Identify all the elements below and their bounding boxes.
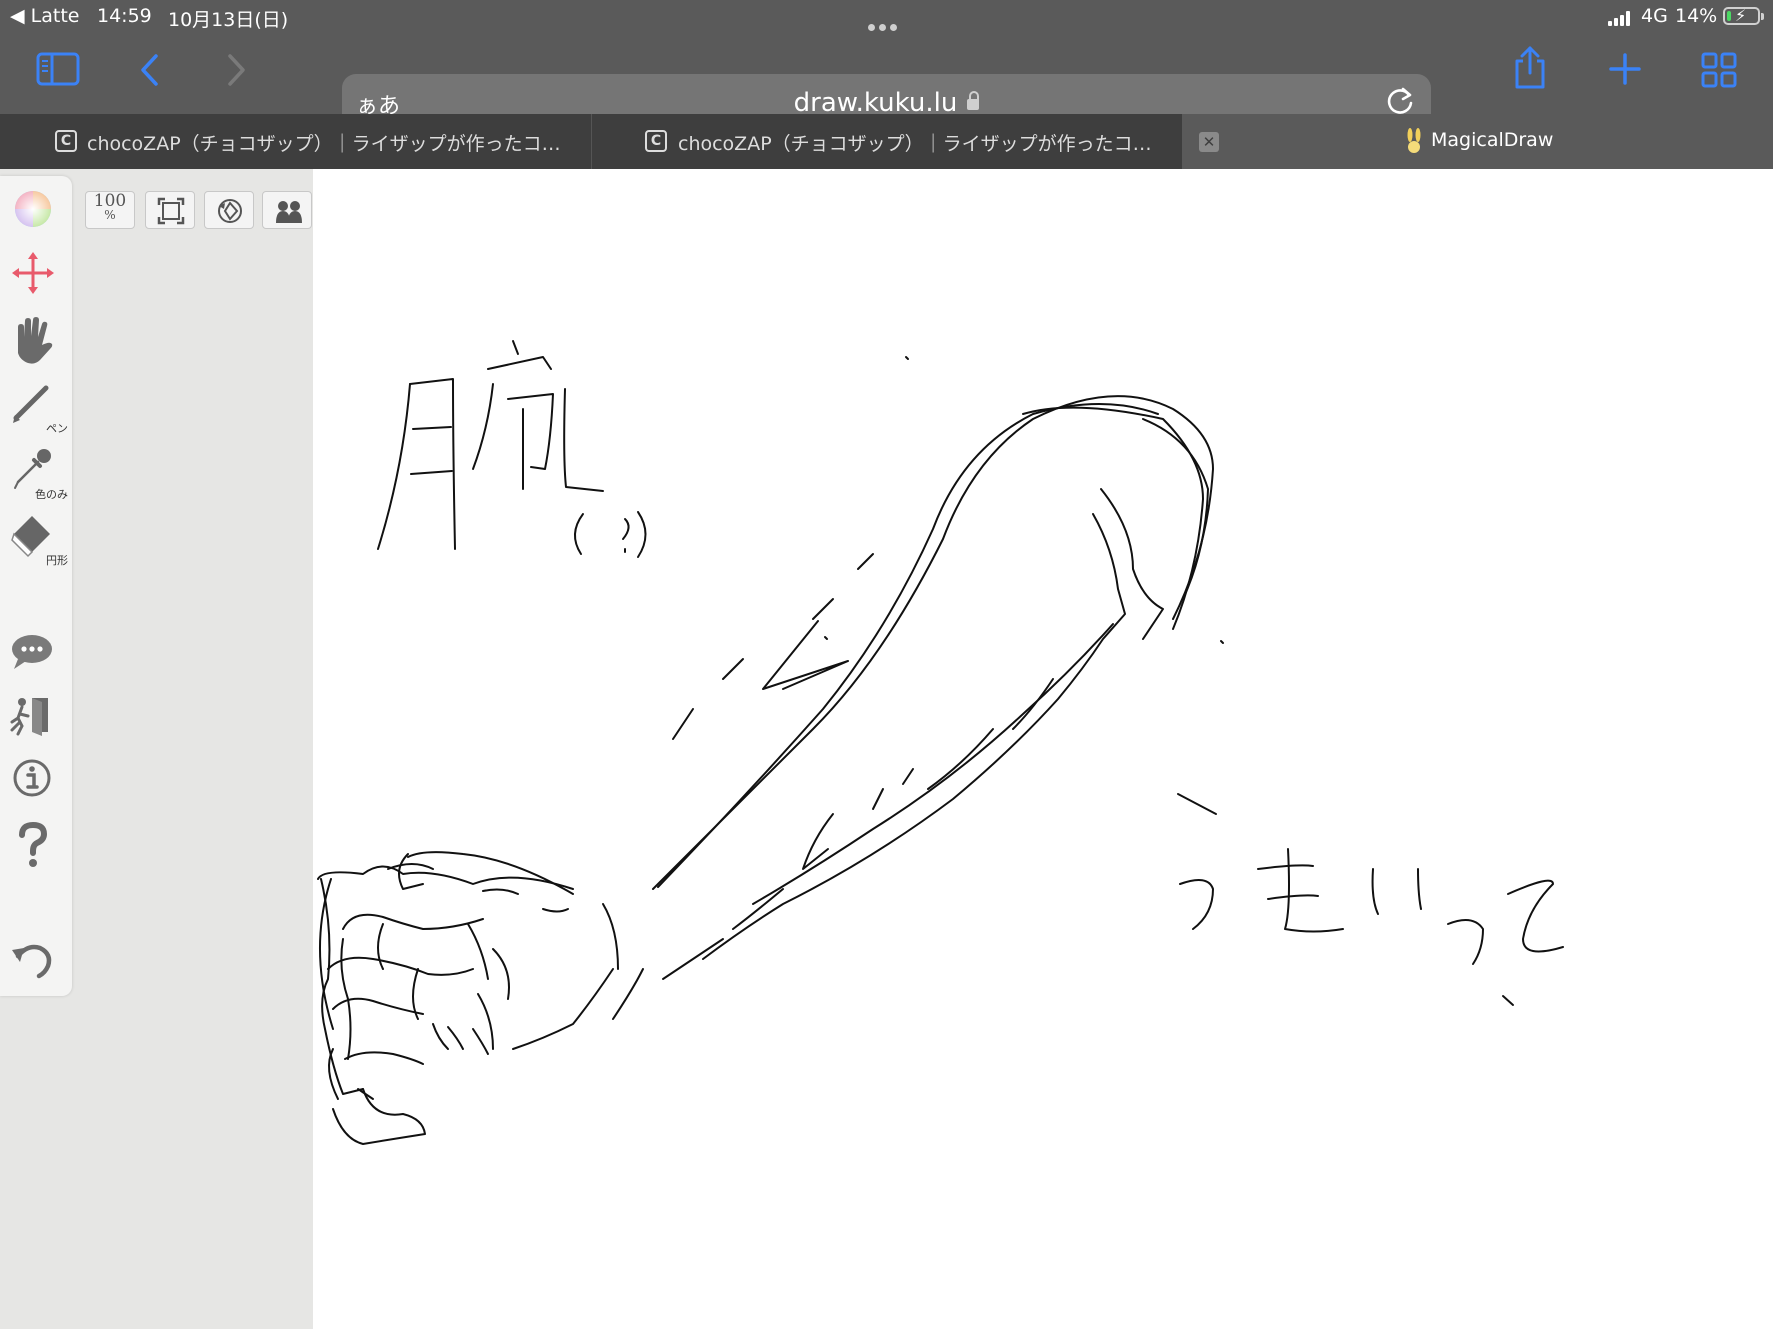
browser-toolbar: ぁあ draw.kuku.lu	[0, 34, 1773, 132]
back-to-app-link[interactable]: ◀ Latte	[10, 5, 79, 27]
color-wheel-icon	[15, 191, 51, 227]
sidebar-toggle-icon[interactable]	[36, 52, 80, 86]
back-chevron-icon[interactable]	[138, 52, 162, 88]
circle-label: 円形	[46, 554, 68, 567]
drawing-canvas[interactable]	[313, 169, 1773, 1329]
tab-favicon: C	[645, 130, 667, 152]
sketched-fist	[317, 851, 644, 1145]
hand-icon	[18, 317, 53, 364]
undo-arrow-icon	[12, 944, 52, 979]
stray-mark	[905, 356, 909, 360]
tab-chocozap-1[interactable]: C chocoZAP（チョコザップ）｜ライザップが作ったコ…	[0, 114, 591, 169]
tab-title: chocoZAP（チョコザップ）｜ライザップが作ったコ…	[87, 133, 561, 155]
new-tab-plus-icon[interactable]	[1608, 52, 1642, 86]
cellular-signal-icon	[1608, 10, 1634, 26]
forward-chevron-icon[interactable]	[224, 52, 248, 88]
handwritten-text-umaitte	[1177, 793, 1564, 1006]
rotate-canvas-icon	[218, 199, 242, 223]
color-only-tool-button[interactable]: 色のみ	[8, 446, 68, 502]
lock-icon	[967, 91, 980, 110]
stray-mark	[824, 636, 828, 640]
color-only-label: 色のみ	[35, 488, 68, 501]
close-tab-button[interactable]: ✕	[1199, 132, 1219, 152]
info-button[interactable]	[8, 754, 64, 810]
tab-favicon: C	[55, 130, 77, 152]
members-button[interactable]	[262, 191, 312, 229]
tab-overview-icon[interactable]	[1701, 52, 1737, 88]
zoom-level-button[interactable]: 100%	[85, 191, 135, 229]
status-time: 14:59	[97, 5, 152, 27]
move-arrows-icon	[12, 252, 54, 294]
tab-title: chocoZAP（チョコザップ）｜ライザップが作ったコ…	[678, 133, 1152, 155]
tool-sidebar: ペン 色のみ 円形	[0, 176, 72, 996]
exit-door-icon	[10, 698, 48, 736]
pen-tool-button[interactable]: ペン	[8, 380, 68, 436]
battery-icon: ⚡	[1723, 6, 1760, 25]
rabbit-icon	[1407, 128, 1421, 153]
battery-cap	[1761, 13, 1764, 20]
tab-chocozap-2[interactable]: C chocoZAP（チョコザップ）｜ライザップが作ったコ…	[592, 114, 1182, 169]
pen-label: ペン	[46, 422, 68, 435]
network-type: 4G	[1641, 5, 1668, 27]
tab-magicaldraw[interactable]: MagicalDraw	[1182, 114, 1773, 169]
exit-room-button[interactable]	[8, 692, 64, 748]
battery-percent: 14%	[1675, 5, 1718, 27]
move-tool-button[interactable]	[8, 248, 64, 304]
eraser-tool-button[interactable]: 円形	[8, 512, 68, 568]
rotate-canvas-button[interactable]	[204, 191, 254, 229]
chat-button[interactable]	[8, 627, 64, 683]
stray-mark	[1220, 640, 1224, 644]
chat-bubble-icon	[12, 635, 52, 669]
color-picker-button[interactable]	[8, 184, 64, 240]
multitasking-dots-icon[interactable]	[866, 14, 899, 36]
undo-button[interactable]	[8, 936, 64, 992]
status-date: 10月13日(日)	[168, 9, 289, 31]
help-button[interactable]	[8, 821, 64, 877]
info-icon	[13, 759, 51, 797]
users-icon	[276, 201, 302, 223]
share-icon[interactable]	[1512, 44, 1548, 90]
sketch-drawing	[317, 340, 1564, 1145]
tab-title: MagicalDraw	[1431, 129, 1554, 151]
fit-screen-icon	[157, 197, 185, 225]
question-mark-icon	[19, 821, 48, 867]
reload-icon[interactable]	[1383, 84, 1417, 118]
fit-screen-button[interactable]	[145, 191, 195, 229]
hand-tool-button[interactable]	[8, 313, 64, 369]
handwritten-kanji-arm	[377, 340, 647, 558]
sketched-arm	[652, 395, 1214, 980]
tab-bar: C chocoZAP（チョコザップ）｜ライザップが作ったコ… C chocoZA…	[0, 114, 1773, 169]
status-bar: ◀ Latte 14:59 10月13日(日) 4G 14% ⚡	[0, 0, 1773, 34]
